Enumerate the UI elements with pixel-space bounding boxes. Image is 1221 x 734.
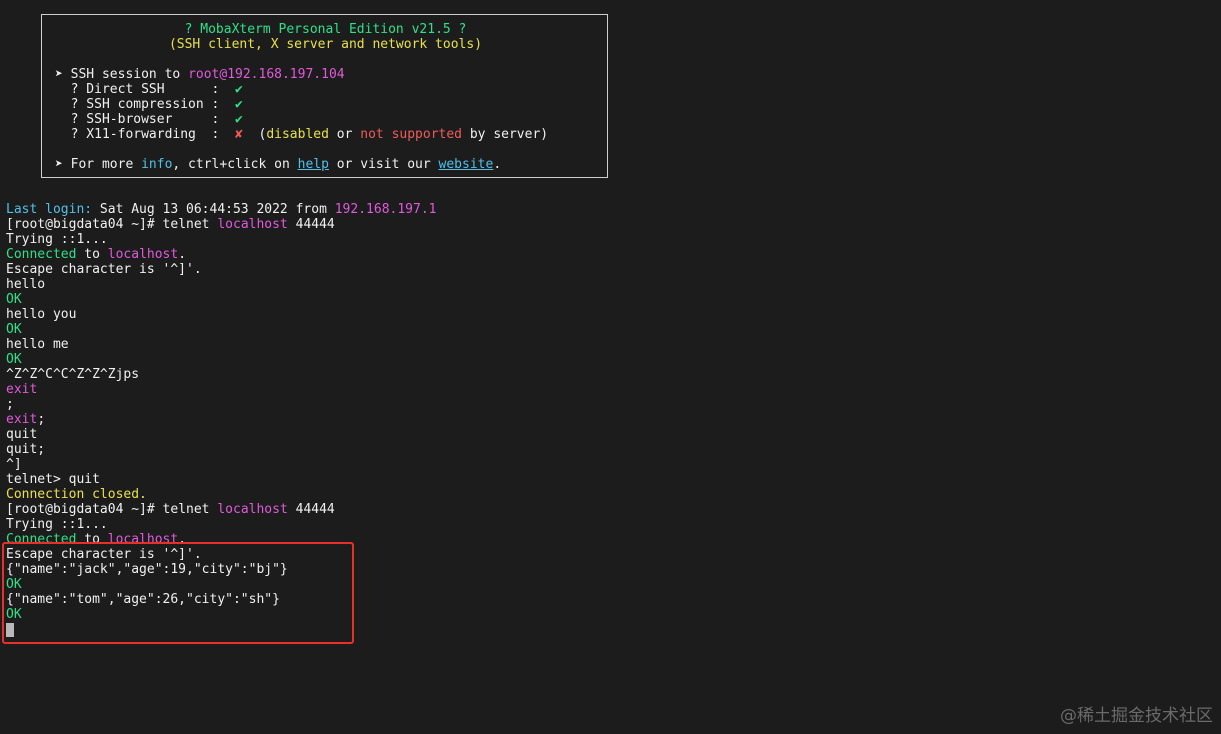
cursor-line[interactable] <box>6 622 14 637</box>
cmd-port: 44444 <box>287 502 335 517</box>
connection-closed-line: Connection closed. <box>6 487 147 502</box>
ok-line: OK <box>6 607 22 622</box>
more-mid2: or visit our <box>328 157 439 172</box>
x11-note-disabled: disabled <box>266 127 329 142</box>
feature-label: ? X11-forwarding : <box>55 127 236 142</box>
cross-icon: ✘ <box>235 127 243 142</box>
info-text: info <box>141 157 173 172</box>
feature-direct-ssh: ? Direct SSH : ✔ <box>55 82 243 97</box>
last-login-line: Last login: Sat Aug 13 06:44:53 2022 fro… <box>6 202 436 217</box>
prompt: [root@bigdata04 ~]# <box>6 217 163 232</box>
more-suffix: . <box>493 157 502 172</box>
help-link[interactable]: help <box>298 157 329 172</box>
banner-title: ? MobaXterm Personal Edition v21.5 ? <box>184 22 467 37</box>
connected-line: Connected to localhost. <box>6 247 186 262</box>
period: . <box>178 247 187 262</box>
input-line: quit; <box>6 442 46 457</box>
json-input-line: {"name":"tom","age":26,"city":"sh"} <box>6 592 280 607</box>
x11-note-not-supported: not supported <box>360 127 463 142</box>
telnet-quit-line: telnet> quit <box>6 472 100 487</box>
ok-line: OK <box>6 322 22 337</box>
session-prefix: ➤ SSH session to <box>55 67 189 82</box>
watermark: @稀土掘金技术社区 <box>1060 706 1213 726</box>
feature-ssh-compression: ? SSH compression : ✔ <box>55 97 243 112</box>
x11-note-or: or <box>328 127 361 142</box>
input-line: ^Z^Z^C^C^Z^Z^Zjps <box>6 367 140 382</box>
cmd-host: localhost <box>217 217 288 232</box>
more-prefix: ➤ For more <box>55 157 142 172</box>
input-line: ^] <box>6 457 22 472</box>
welcome-banner: ? MobaXterm Personal Edition v21.5 ? (SS… <box>41 14 608 178</box>
text-cursor <box>6 623 14 637</box>
json-input-line: {"name":"jack","age":19,"city":"bj"} <box>6 562 288 577</box>
exit-line: exit <box>6 382 38 397</box>
banner-session-line: ➤ SSH session to root@192.168.197.104 <box>55 67 345 82</box>
input-line: hello <box>6 277 46 292</box>
ok-line: OK <box>6 352 22 367</box>
command-line: [root@bigdata04 ~]# telnet localhost 444… <box>6 502 335 517</box>
check-icon: ✔ <box>235 82 243 97</box>
connected-word: Connected <box>6 247 77 262</box>
escape-line: Escape character is '^]'. <box>6 262 202 277</box>
banner-more-line: ➤ For more info, ctrl+click on help or v… <box>55 157 501 172</box>
to-word: to <box>76 532 108 542</box>
connected-line: Connected to localhost. <box>6 532 186 542</box>
semicolon-line: ; <box>6 397 14 412</box>
more-mid1: , ctrl+click on <box>172 157 298 172</box>
cmd-telnet: telnet <box>162 217 218 232</box>
x11-note-open: ( <box>242 127 267 142</box>
trying-line: Trying ::1... <box>6 232 108 247</box>
connected-host: localhost <box>107 247 179 262</box>
to-word: to <box>76 247 108 262</box>
feature-x11-forwarding: ? X11-forwarding : ✘ (disabled or not su… <box>55 127 548 142</box>
last-login-date: Sat Aug 13 06:44:53 2022 from <box>92 202 335 217</box>
command-line: [root@bigdata04 ~]# telnet localhost 444… <box>6 217 335 232</box>
escape-line: Escape character is '^]'. <box>6 547 202 562</box>
feature-label: ? SSH-browser : <box>55 112 236 127</box>
check-icon: ✔ <box>235 97 243 112</box>
last-login-ip: 192.168.197.1 <box>334 202 437 217</box>
exit-word: exit <box>6 412 38 427</box>
cmd-host: localhost <box>217 502 288 517</box>
connected-host: localhost <box>107 532 179 542</box>
feature-label: ? Direct SSH : <box>55 82 236 97</box>
input-line: hello me <box>6 337 69 352</box>
x11-note-by-server: by server) <box>462 127 549 142</box>
website-link[interactable]: website <box>439 157 494 172</box>
period: . <box>178 532 187 542</box>
banner-subtitle: (SSH client, X server and network tools) <box>168 37 483 52</box>
cmd-port: 44444 <box>287 217 335 232</box>
ok-line: OK <box>6 577 22 592</box>
session-target: root@192.168.197.104 <box>188 67 345 82</box>
cmd-telnet: telnet <box>162 502 218 517</box>
prompt: [root@bigdata04 ~]# <box>6 502 163 517</box>
feature-label: ? SSH compression : <box>55 97 236 112</box>
check-icon: ✔ <box>235 112 243 127</box>
trying-line: Trying ::1... <box>6 517 108 532</box>
ok-line: OK <box>6 292 22 307</box>
input-line: hello you <box>6 307 77 322</box>
semicolon: ; <box>37 412 46 427</box>
feature-ssh-browser: ? SSH-browser : ✔ <box>55 112 243 127</box>
connected-word: Connected <box>6 532 77 542</box>
exit-semicolon-line: exit; <box>6 412 45 427</box>
last-login-label: Last login: <box>6 202 93 217</box>
input-line: quit <box>6 427 38 442</box>
